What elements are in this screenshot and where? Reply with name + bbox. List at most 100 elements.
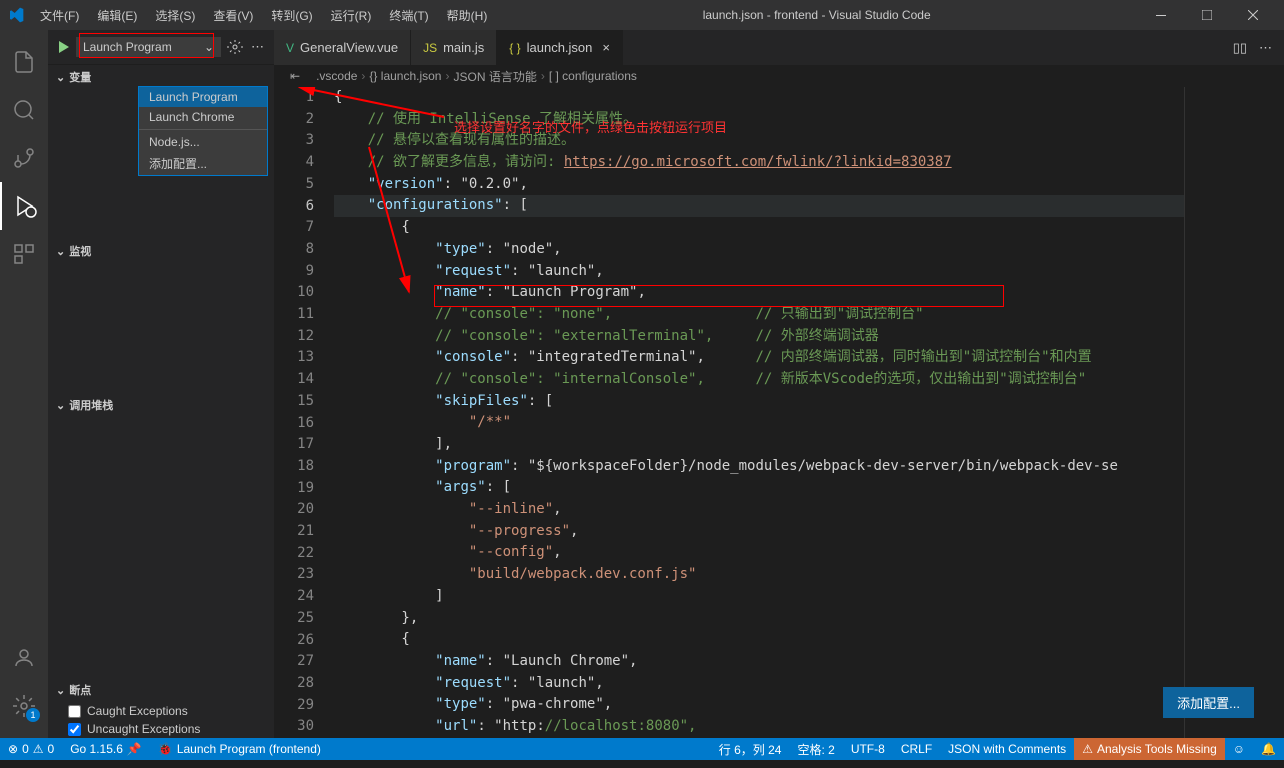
tab-launchjson[interactable]: { } launch.json × bbox=[497, 30, 623, 65]
chevron-down-icon: ⌄ bbox=[204, 40, 214, 54]
code-area[interactable]: { // 使用 IntelliSense 了解相关属性。 // 悬停以查看现有属… bbox=[334, 87, 1184, 738]
breakpoint-uncaught-label: Uncaught Exceptions bbox=[87, 722, 200, 736]
status-analysis[interactable]: ⚠Analysis Tools Missing bbox=[1074, 738, 1225, 760]
debug-more-button[interactable]: ⋯ bbox=[249, 37, 266, 57]
tab-mainjs[interactable]: JS main.js bbox=[411, 30, 497, 65]
menu-separator bbox=[139, 129, 267, 130]
maximize-button[interactable] bbox=[1184, 0, 1230, 30]
chevron-down-icon: ⌄ bbox=[56, 399, 65, 412]
minimize-button[interactable] bbox=[1138, 0, 1184, 30]
config-option-nodejs[interactable]: Node.js... bbox=[139, 132, 267, 152]
editor-content[interactable]: 1234567891011121314151617181920212223242… bbox=[274, 87, 1284, 738]
menu-terminal[interactable]: 终端(T) bbox=[381, 3, 436, 28]
menu-edit[interactable]: 编辑(E) bbox=[89, 3, 145, 28]
activity-account[interactable] bbox=[0, 634, 48, 682]
debug-config-menu: Launch Program Launch Chrome Node.js... … bbox=[138, 86, 268, 176]
status-encoding[interactable]: UTF-8 bbox=[843, 738, 893, 760]
config-option-launch-chrome[interactable]: Launch Chrome bbox=[139, 107, 267, 127]
status-eol[interactable]: CRLF bbox=[893, 738, 940, 760]
breakpoint-caught[interactable]: Caught Exceptions bbox=[48, 702, 274, 720]
chevron-down-icon: ⌄ bbox=[56, 684, 65, 697]
status-lang[interactable]: JSON with Comments bbox=[940, 738, 1074, 760]
tabs-actions: ▯▯ ⋯ bbox=[1221, 40, 1284, 56]
titlebar: 文件(F) 编辑(E) 选择(S) 查看(V) 转到(G) 运行(R) 终端(T… bbox=[0, 0, 1284, 30]
window-controls bbox=[1138, 0, 1276, 30]
tab-label: GeneralView.vue bbox=[300, 40, 398, 55]
section-watch-label: 监视 bbox=[69, 243, 91, 259]
chevron-right-icon: › bbox=[361, 69, 365, 83]
warning-icon: ⚠ bbox=[1082, 742, 1093, 756]
vscode-icon bbox=[8, 7, 24, 23]
vue-icon: V bbox=[286, 41, 294, 55]
status-feedback[interactable]: ☺ bbox=[1225, 738, 1253, 760]
menu-view[interactable]: 查看(V) bbox=[205, 3, 261, 28]
statusbar: ⊗0 ⚠0 Go 1.15.6📌 🐞Launch Program (fronte… bbox=[0, 738, 1284, 760]
more-actions-icon[interactable]: ⋯ bbox=[1259, 40, 1272, 56]
breadcrumb-lang[interactable]: JSON 语言功能 bbox=[453, 68, 536, 85]
tab-label: launch.json bbox=[527, 40, 593, 55]
close-icon[interactable]: × bbox=[602, 40, 610, 55]
status-bell[interactable]: 🔔 bbox=[1253, 738, 1284, 760]
debug-config-selected: Launch Program bbox=[83, 40, 172, 54]
warning-icon: ⚠ bbox=[33, 742, 44, 756]
breadcrumb-symbol[interactable]: [ ] configurations bbox=[549, 69, 637, 83]
breakpoint-uncaught-checkbox[interactable] bbox=[68, 723, 81, 736]
activity-settings[interactable]: 1 bbox=[0, 682, 48, 730]
breadcrumb-folder[interactable]: .vscode bbox=[316, 69, 357, 83]
js-icon: JS bbox=[423, 41, 437, 55]
breakpoint-uncaught[interactable]: Uncaught Exceptions bbox=[48, 720, 274, 738]
tab-label: main.js bbox=[443, 40, 484, 55]
chevron-right-icon: › bbox=[445, 69, 449, 83]
debug-config-dropdown[interactable]: Launch Program ⌄ bbox=[76, 37, 221, 57]
annotation-text: 选择设置好名字的文件，点绿色击按钮运行项目 bbox=[454, 117, 727, 136]
section-callstack[interactable]: ⌄ 调用堆栈 bbox=[48, 393, 274, 417]
tabs-bar: V GeneralView.vue JS main.js { } launch.… bbox=[274, 30, 1284, 65]
menu-help[interactable]: 帮助(H) bbox=[439, 3, 496, 28]
activity-search[interactable] bbox=[0, 86, 48, 134]
menu-run[interactable]: 运行(R) bbox=[323, 3, 380, 28]
start-debug-button[interactable] bbox=[56, 39, 72, 55]
debug-settings-button[interactable] bbox=[225, 37, 245, 57]
config-option-launch-program[interactable]: Launch Program bbox=[139, 87, 267, 107]
minimap[interactable] bbox=[1184, 87, 1284, 738]
json-icon: { } bbox=[509, 41, 520, 55]
chevron-down-icon: ⌄ bbox=[56, 71, 65, 84]
activity-debug[interactable] bbox=[0, 182, 48, 230]
activity-explorer[interactable] bbox=[0, 38, 48, 86]
tab-generalview[interactable]: V GeneralView.vue bbox=[274, 30, 411, 65]
debug-sidebar: Launch Program ⌄ ⋯ ⌄ 变量 Launch Program L… bbox=[48, 30, 274, 738]
section-breakpoints[interactable]: ⌄ 断点 bbox=[48, 678, 274, 702]
activity-scm[interactable] bbox=[0, 134, 48, 182]
status-cursor[interactable]: 行 6，列 24 bbox=[711, 738, 790, 760]
close-button[interactable] bbox=[1230, 0, 1276, 30]
status-spaces[interactable]: 空格: 2 bbox=[789, 738, 842, 760]
status-go[interactable]: Go 1.15.6📌 bbox=[62, 738, 150, 760]
breadcrumb-file[interactable]: {} launch.json bbox=[369, 69, 441, 83]
breakpoint-caught-checkbox[interactable] bbox=[68, 705, 81, 718]
menu-select[interactable]: 选择(S) bbox=[147, 3, 203, 28]
status-problems[interactable]: ⊗0 ⚠0 bbox=[0, 738, 62, 760]
split-editor-icon[interactable]: ▯▯ bbox=[1233, 40, 1247, 56]
chevron-down-icon: ⌄ bbox=[56, 245, 65, 258]
menu-file[interactable]: 文件(F) bbox=[32, 3, 87, 28]
pin-icon: 📌 bbox=[127, 742, 142, 756]
status-launch[interactable]: 🐞Launch Program (frontend) bbox=[150, 738, 329, 760]
section-breakpoints-label: 断点 bbox=[69, 682, 91, 698]
editor-area: V GeneralView.vue JS main.js { } launch.… bbox=[274, 30, 1284, 738]
debug-toolbar: Launch Program ⌄ ⋯ bbox=[48, 30, 274, 65]
breadcrumb-collapse-icon[interactable]: ⇤ bbox=[290, 69, 300, 83]
feedback-icon: ☺ bbox=[1233, 742, 1245, 756]
section-watch[interactable]: ⌄ 监视 bbox=[48, 239, 274, 263]
activity-extensions[interactable] bbox=[0, 230, 48, 278]
section-callstack-label: 调用堆栈 bbox=[69, 397, 113, 413]
add-config-button[interactable]: 添加配置... bbox=[1163, 687, 1254, 718]
breadcrumb: ⇤ .vscode › {} launch.json › JSON 语言功能 ›… bbox=[274, 65, 1284, 87]
menu-goto[interactable]: 转到(G) bbox=[263, 3, 320, 28]
line-numbers: 1234567891011121314151617181920212223242… bbox=[274, 87, 334, 738]
chevron-right-icon: › bbox=[541, 69, 545, 83]
menu-bar: 文件(F) 编辑(E) 选择(S) 查看(V) 转到(G) 运行(R) 终端(T… bbox=[32, 3, 495, 28]
section-variables-label: 变量 bbox=[69, 69, 91, 85]
debug-icon: 🐞 bbox=[158, 742, 173, 756]
config-option-add[interactable]: 添加配置... bbox=[139, 152, 267, 175]
breakpoint-caught-label: Caught Exceptions bbox=[87, 704, 188, 718]
